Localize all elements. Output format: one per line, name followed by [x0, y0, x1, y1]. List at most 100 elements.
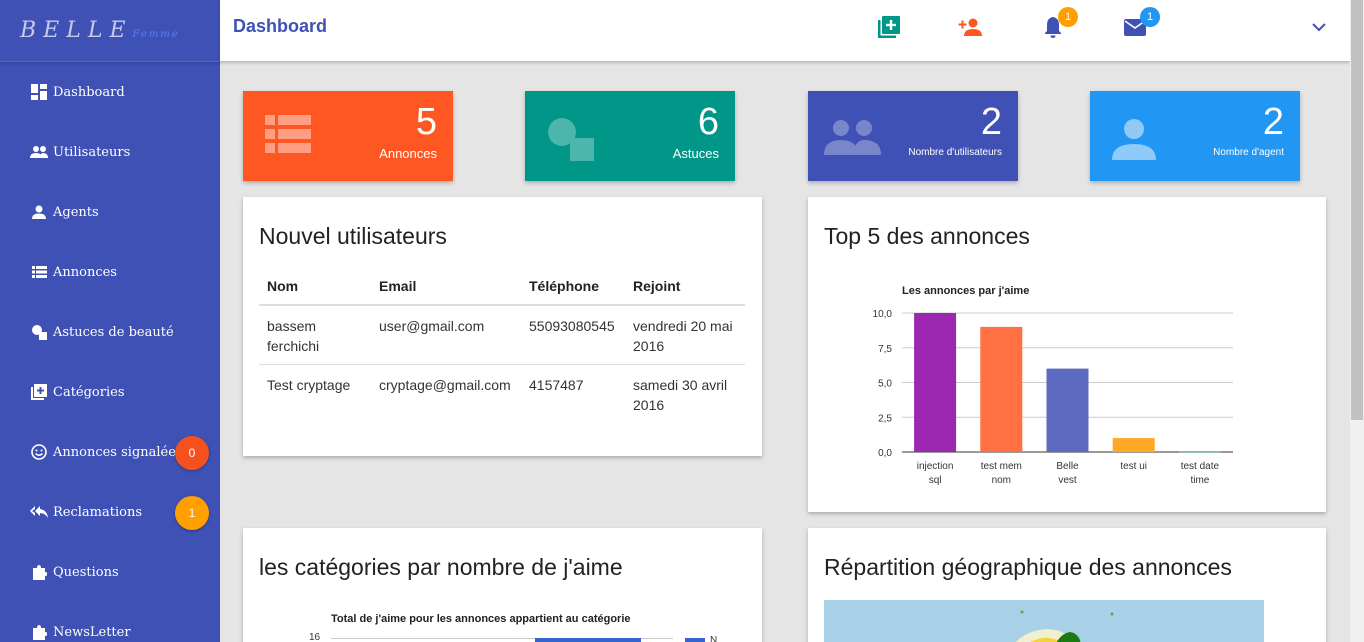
sidebar-item-label: Annonces [53, 264, 117, 280]
page-scrollbar[interactable] [1350, 0, 1364, 642]
table-cell: 55093080545 [521, 305, 625, 365]
list-icon [30, 263, 48, 281]
stat-value: 6 [697, 101, 719, 143]
group-icon [824, 119, 882, 160]
categories-panel: les catégories par nombre de j'aime Tota… [243, 528, 762, 642]
table-cell: samedi 30 avril 2016 [633, 377, 728, 413]
chart-bar[interactable] [1046, 368, 1089, 452]
stat-value: 2 [980, 101, 1002, 143]
puzzle-icon [30, 563, 48, 581]
column-header: Email [371, 267, 521, 306]
legend-label: N [710, 635, 718, 642]
add-box-icon[interactable] [876, 14, 902, 40]
sidebar-item-agents[interactable]: Agents [0, 182, 220, 242]
brand-logo[interactable]: BELLEFemme [0, 0, 220, 62]
y-tick-label: 10,0 [873, 309, 893, 320]
panel-title: les catégories par nombre de j'aime [259, 554, 623, 580]
sidebar-item-newsletter[interactable]: NewsLetter [0, 602, 220, 642]
brand-main: BELLE [20, 18, 133, 43]
sidebar-item-label: NewsLetter [53, 624, 131, 640]
sidebar-item-label: Reclamations [53, 504, 143, 520]
x-tick-label: test ui [1120, 461, 1147, 472]
x-tick-label: time [1190, 475, 1209, 486]
geo-panel: Répartition géographique des annonces [808, 528, 1326, 642]
list-icon [265, 115, 311, 160]
person-add-icon[interactable] [957, 14, 983, 40]
table-cell: cryptage@gmail.com [379, 377, 511, 393]
chart-bar[interactable] [980, 326, 1023, 452]
stat-value: 5 [415, 101, 437, 143]
x-tick-label: test date [1181, 461, 1220, 472]
shapes-icon [547, 117, 595, 166]
sidebar-item-annonces[interactable]: Annonces [0, 242, 220, 302]
table-row[interactable]: Test cryptage cryptage@gmail.com 4157487… [259, 365, 745, 424]
stat-label: Nombre d'agent [1213, 147, 1284, 158]
table-cell: vendredi 20 mai 2016 [625, 305, 745, 365]
stat-label: Annonces [379, 146, 437, 161]
reported-count-badge: 0 [175, 436, 209, 470]
sidebar-item-label: Annonces signalées [53, 444, 183, 460]
sidebar-item-label: Utilisateurs [53, 144, 131, 160]
chevron-down-icon[interactable] [1306, 14, 1332, 40]
geo-map[interactable] [824, 600, 1264, 642]
x-tick-label: Belle [1056, 461, 1079, 472]
chart-title: Les annonces par j'aime [902, 285, 1030, 297]
reply-all-icon [30, 503, 48, 521]
stat-card-utilisateurs[interactable]: 2 Nombre d'utilisateurs [808, 91, 1018, 181]
scrollbar-thumb[interactable] [1351, 0, 1363, 420]
notifications-icon[interactable]: 1 [1040, 7, 1078, 40]
chart-bar[interactable] [914, 313, 957, 452]
panel-title: Top 5 des annonces [824, 223, 1030, 249]
panel-title: Nouvel utilisateurs [259, 223, 447, 249]
chart-bar[interactable] [1178, 451, 1221, 453]
stat-label: Nombre d'utilisateurs [908, 147, 1002, 158]
dashboard-icon [30, 83, 48, 101]
table-row[interactable]: bassem ferchichi user@gmail.com 55093080… [259, 305, 745, 365]
person-icon [30, 203, 48, 221]
stat-card-astuces[interactable]: 6 Astuces [525, 91, 735, 181]
chart-bar[interactable] [1112, 438, 1155, 452]
x-tick-label: nom [992, 475, 1011, 486]
shapes-icon [30, 323, 48, 341]
map-island [1020, 610, 1024, 614]
group-icon [30, 143, 48, 161]
sidebar-item-reclamations[interactable]: Reclamations 1 [0, 482, 220, 542]
stat-card-annonces[interactable]: 5 Annonces [243, 91, 453, 181]
smiley-icon [30, 443, 48, 461]
sidebar-item-utilisateurs[interactable]: Utilisateurs [0, 122, 220, 182]
sidebar-item-astuces[interactable]: Astuces de beauté [0, 302, 220, 362]
table-cell: user@gmail.com [371, 305, 521, 365]
top-header: Dashboard 1 1 [220, 0, 1350, 61]
stat-card-agents[interactable]: 2 Nombre d'agent [1090, 91, 1300, 181]
map-island [1110, 612, 1114, 616]
library-add-icon [30, 383, 48, 401]
notification-count-badge: 1 [1058, 7, 1078, 27]
sidebar-item-categories[interactable]: Catégories [0, 362, 220, 422]
sidebar-item-label: Agents [53, 204, 99, 220]
sidebar-item-label: Astuces de beauté [53, 324, 174, 340]
x-tick-label: sql [929, 475, 942, 486]
y-tick-label: 16 [309, 632, 321, 642]
sidebar-item-label: Questions [53, 564, 119, 580]
y-tick-label: 7,5 [878, 344, 892, 355]
x-tick-label: vest [1058, 475, 1077, 486]
sidebar-item-dashboard[interactable]: Dashboard [0, 62, 220, 122]
mail-icon[interactable]: 1 [1122, 7, 1160, 40]
sidebar-nav: Dashboard Utilisateurs Agents Annonces A… [0, 62, 220, 642]
sidebar: BELLEFemme Dashboard Utilisateurs Agents… [0, 0, 220, 642]
stat-value: 2 [1262, 101, 1284, 143]
y-tick-label: 0,0 [878, 448, 892, 459]
reclamations-count-badge: 1 [175, 496, 209, 530]
brand-sub: Femme [132, 29, 180, 40]
sidebar-item-questions[interactable]: Questions [0, 542, 220, 602]
message-count-badge: 1 [1140, 7, 1160, 27]
sidebar-item-annonces-signalees[interactable]: Annonces signalées 0 [0, 422, 220, 482]
y-tick-label: 5,0 [878, 379, 892, 390]
chart-title: Total de j'aime pour les annonces appart… [331, 613, 631, 625]
table-header-row: Nom Email Téléphone Rejoint [259, 267, 745, 306]
chart-bar [535, 638, 641, 642]
column-header: Téléphone [521, 267, 625, 306]
person-icon [1112, 118, 1156, 165]
stat-label: Astuces [672, 146, 719, 161]
page-title: Dashboard [233, 16, 328, 36]
